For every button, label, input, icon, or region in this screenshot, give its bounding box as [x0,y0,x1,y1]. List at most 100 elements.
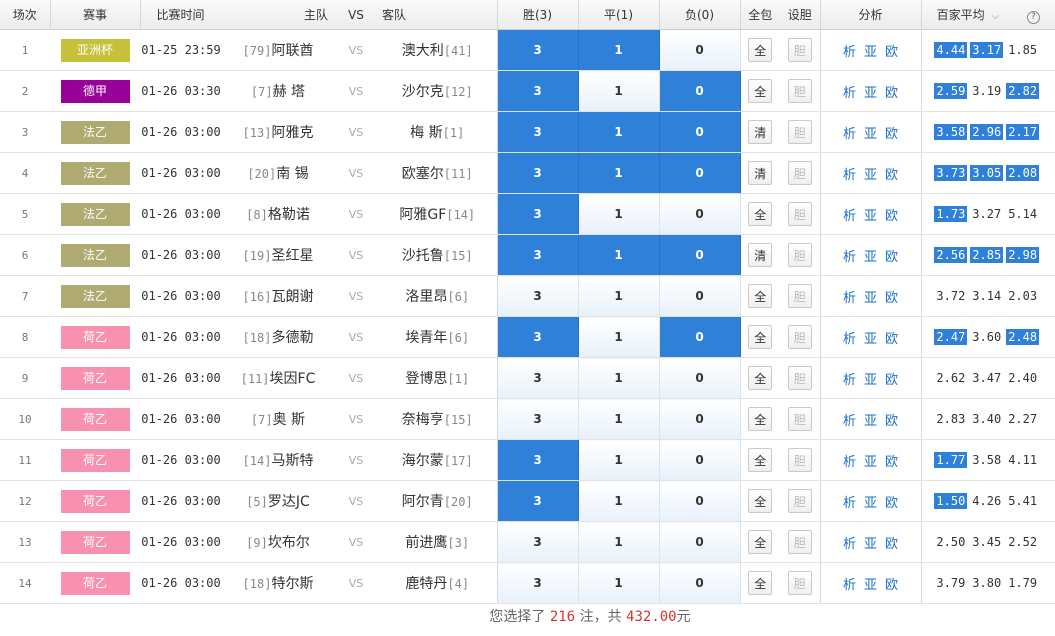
option-draw[interactable]: 1 [578,29,660,71]
select-all-button[interactable]: 清 [748,161,773,185]
select-all-button[interactable]: 全 [748,489,773,513]
euro-odds-link[interactable]: 欧 [885,250,898,265]
select-all-button[interactable]: 全 [748,366,773,390]
banker-button[interactable]: 胆 [787,448,812,472]
euro-odds-link[interactable]: 欧 [885,86,898,101]
league-badge[interactable]: 荷乙 [60,530,130,554]
select-all-button[interactable]: 清 [748,120,773,144]
analysis-link[interactable]: 析 [843,45,856,60]
away-team[interactable]: 澳大利 [402,43,444,59]
select-all-button[interactable]: 全 [748,325,773,349]
option-lose[interactable]: 0 [659,29,741,71]
home-team[interactable]: 赫 塔 [273,84,305,100]
asian-odds-link[interactable]: 亚 [864,45,877,60]
option-lose[interactable]: 0 [659,562,741,604]
option-draw[interactable]: 1 [578,562,660,604]
away-team[interactable]: 阿雅GF [399,207,446,223]
analysis-link[interactable]: 析 [843,209,856,224]
option-win[interactable]: 3 [496,562,579,604]
asian-odds-link[interactable]: 亚 [864,86,877,101]
option-win[interactable]: 3 [496,439,579,481]
euro-odds-link[interactable]: 欧 [885,537,898,552]
banker-button[interactable]: 胆 [787,38,812,62]
select-all-button[interactable]: 全 [748,284,773,308]
option-lose[interactable]: 0 [659,316,741,358]
banker-button[interactable]: 胆 [787,530,812,554]
select-all-button[interactable]: 清 [748,243,773,267]
analysis-link[interactable]: 析 [843,168,856,183]
asian-odds-link[interactable]: 亚 [864,332,877,347]
asian-odds-link[interactable]: 亚 [864,578,877,593]
select-all-button[interactable]: 全 [748,38,773,62]
analysis-link[interactable]: 析 [843,373,856,388]
home-team[interactable]: 南 锡 [276,166,308,182]
chevron-down-icon[interactable]: ⌵ [991,11,999,22]
option-lose[interactable]: 0 [659,521,741,563]
header-draw[interactable]: 平(1) [578,0,660,30]
option-lose[interactable]: 0 [659,111,741,153]
home-team[interactable]: 圣红星 [271,248,313,264]
home-team[interactable]: 罗达JC [268,494,310,510]
home-team[interactable]: 埃因FC [270,371,316,387]
home-team[interactable]: 多德勒 [271,330,313,346]
option-lose[interactable]: 0 [659,275,741,317]
analysis-link[interactable]: 析 [843,332,856,347]
home-team[interactable]: 奥 斯 [273,412,305,428]
option-lose[interactable]: 0 [659,152,741,194]
banker-button[interactable]: 胆 [787,366,812,390]
header-win[interactable]: 胜(3) [497,0,579,30]
option-lose[interactable]: 0 [659,193,741,235]
euro-odds-link[interactable]: 欧 [885,496,898,511]
option-lose[interactable]: 0 [659,439,741,481]
option-win[interactable]: 3 [496,275,579,317]
option-draw[interactable]: 1 [578,439,660,481]
header-lose[interactable]: 负(0) [659,0,741,30]
option-draw[interactable]: 1 [578,275,660,317]
away-team[interactable]: 洛里昂 [405,289,447,305]
option-win[interactable]: 3 [496,480,579,522]
analysis-link[interactable]: 析 [843,455,856,470]
option-win[interactable]: 3 [496,152,579,194]
option-lose[interactable]: 0 [659,480,741,522]
option-lose[interactable]: 0 [659,398,741,440]
away-team[interactable]: 奈梅亨 [402,412,444,428]
league-badge[interactable]: 法乙 [60,161,130,185]
banker-button[interactable]: 胆 [787,325,812,349]
league-badge[interactable]: 荷乙 [60,489,130,513]
banker-button[interactable]: 胆 [787,571,812,595]
option-win[interactable]: 3 [496,398,579,440]
option-draw[interactable]: 1 [578,234,660,276]
league-badge[interactable]: 亚洲杯 [60,38,130,62]
select-all-button[interactable]: 全 [748,202,773,226]
option-draw[interactable]: 1 [578,193,660,235]
euro-odds-link[interactable]: 欧 [885,373,898,388]
option-draw[interactable]: 1 [578,480,660,522]
option-draw[interactable]: 1 [578,111,660,153]
home-team[interactable]: 马斯特 [271,453,313,469]
away-team[interactable]: 前进鹰 [405,535,447,551]
option-win[interactable]: 3 [496,193,579,235]
analysis-link[interactable]: 析 [843,578,856,593]
analysis-link[interactable]: 析 [843,414,856,429]
analysis-link[interactable]: 析 [843,496,856,511]
away-team[interactable]: 埃青年 [405,330,447,346]
league-badge[interactable]: 荷乙 [60,448,130,472]
option-win[interactable]: 3 [496,70,579,112]
league-badge[interactable]: 荷乙 [60,325,130,349]
option-win[interactable]: 3 [496,357,579,399]
banker-button[interactable]: 胆 [787,407,812,431]
asian-odds-link[interactable]: 亚 [864,496,877,511]
option-draw[interactable]: 1 [578,70,660,112]
asian-odds-link[interactable]: 亚 [864,127,877,142]
home-team[interactable]: 阿联酋 [271,43,313,59]
option-win[interactable]: 3 [496,521,579,563]
euro-odds-link[interactable]: 欧 [885,291,898,306]
banker-button[interactable]: 胆 [787,161,812,185]
header-avg[interactable]: 百家平均 ⌵ ? [921,0,1055,30]
league-badge[interactable]: 荷乙 [60,366,130,390]
banker-button[interactable]: 胆 [787,120,812,144]
select-all-button[interactable]: 全 [748,448,773,472]
asian-odds-link[interactable]: 亚 [864,537,877,552]
banker-button[interactable]: 胆 [787,489,812,513]
option-win[interactable]: 3 [496,29,579,71]
